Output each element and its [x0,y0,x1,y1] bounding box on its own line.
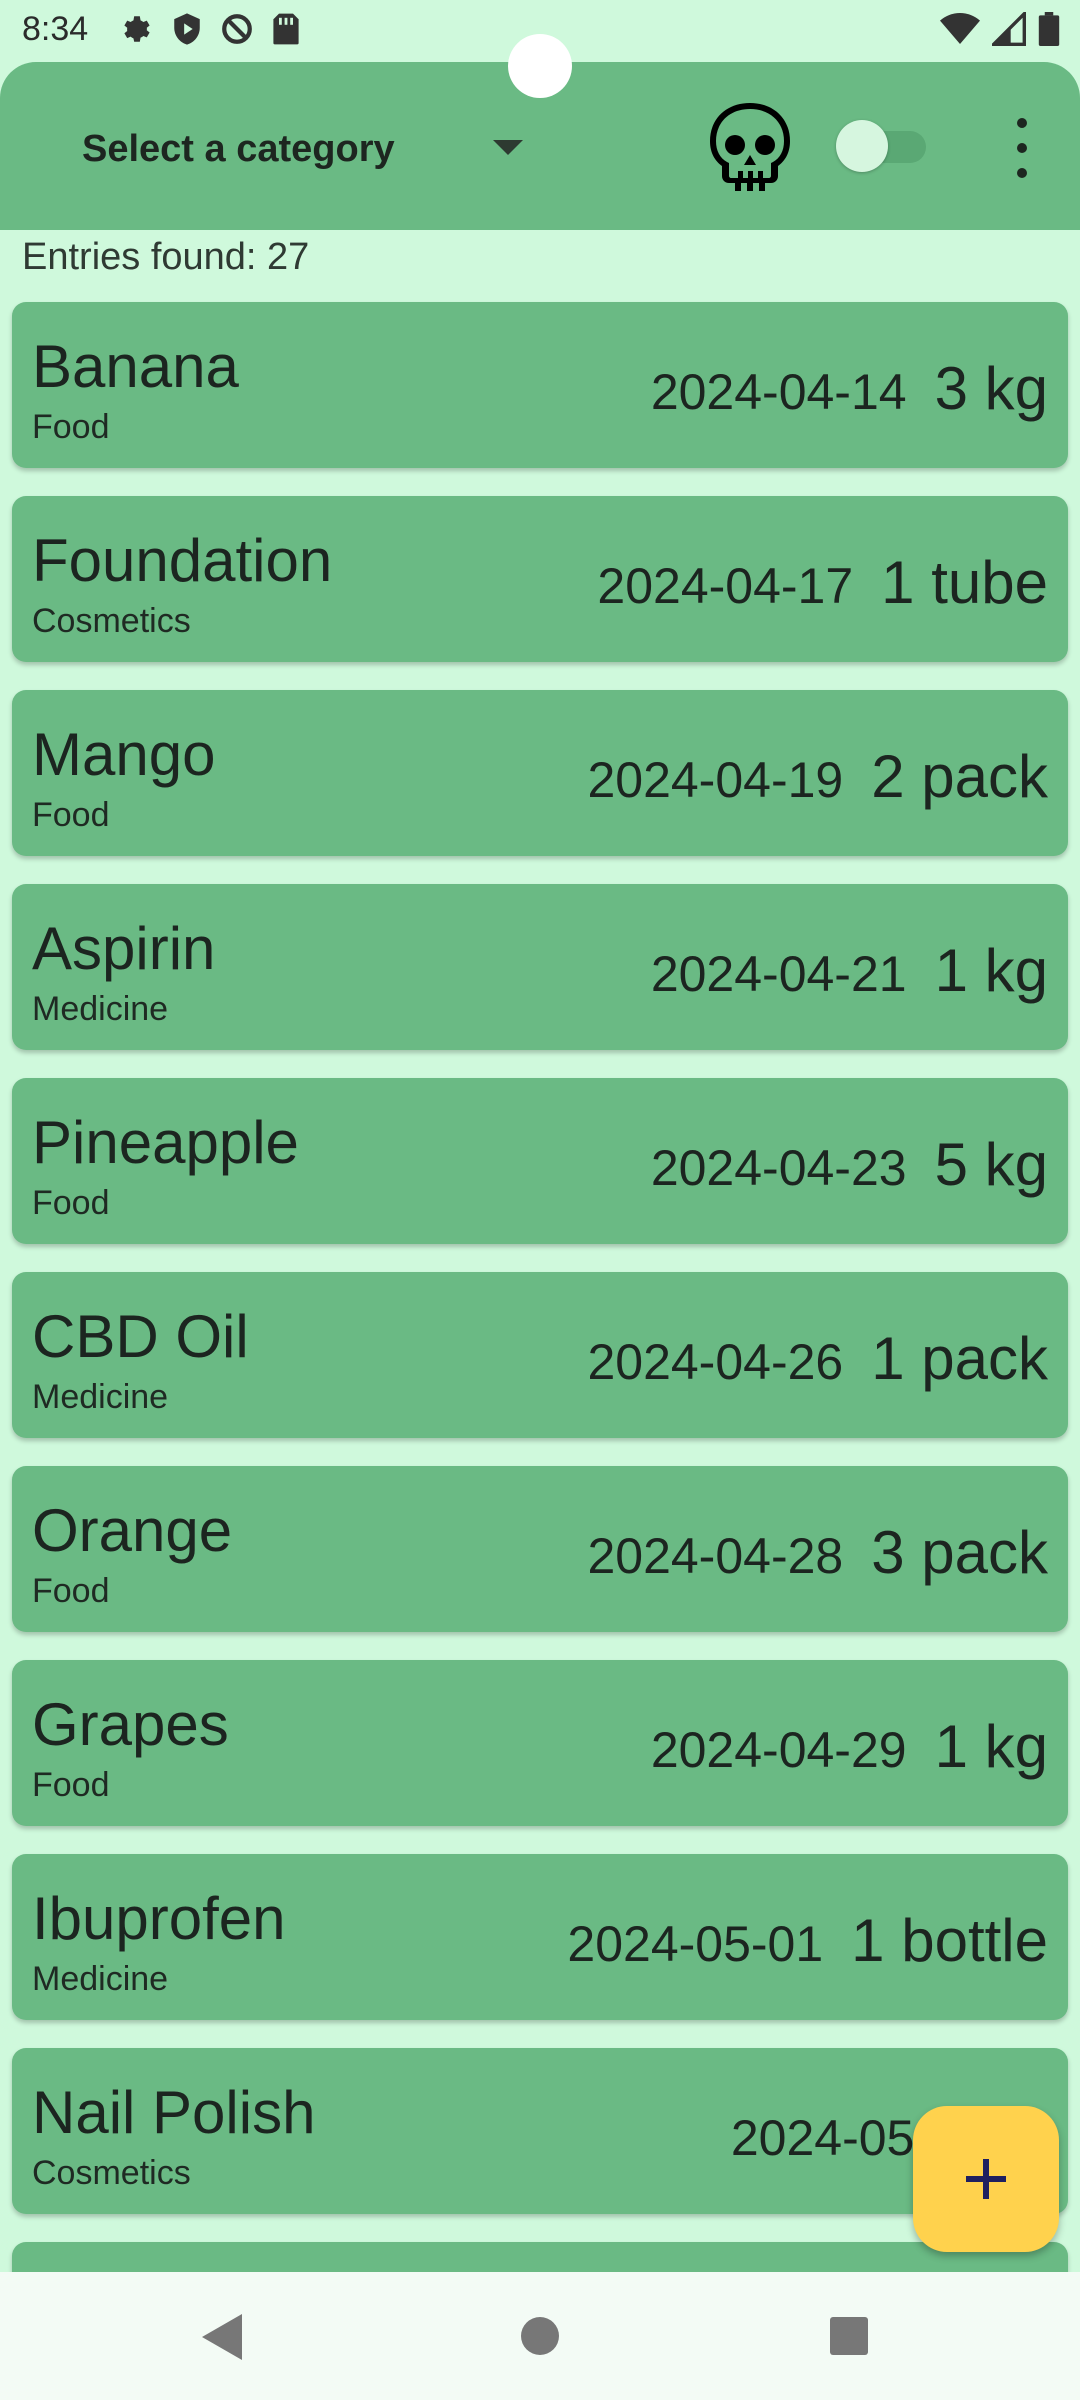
entry-name: Banana [32,333,239,400]
entry-meta: 2024-04-23 5 kg [651,1130,1048,1199]
category-dropdown-label: Select a category [82,127,395,170]
entry-card[interactable]: CBD Oil Medicine 2024-04-26 1 pack [12,1272,1068,1438]
entry-name: Pineapple [32,1109,299,1176]
entry-name: CBD Oil [32,1303,249,1370]
shield-icon [172,12,202,51]
category-dropdown[interactable]: Select a category [60,114,540,184]
more-vert-icon[interactable] [1000,118,1044,178]
battery-icon [1038,12,1060,51]
entry-category: Cosmetics [32,602,191,640]
entry-category: Food [32,1766,110,1804]
entry-category: Medicine [32,1378,169,1416]
add-entry-button[interactable] [913,2106,1059,2252]
entry-category: Food [32,408,110,446]
entry-meta: 2024-04-29 1 kg [651,1712,1048,1781]
entry-date: 2024-04-14 [650,364,907,420]
back-icon[interactable] [202,2314,242,2360]
wifi-icon [940,12,980,51]
entry-card[interactable]: Grapes Food 2024-04-29 1 kg [12,1660,1068,1826]
entry-name: Orange [32,1497,233,1564]
entry-quantity: 5 kg [934,1131,1048,1198]
entry-category: Food [32,796,110,834]
entry-date: 2024-04-21 [650,946,907,1002]
camera-cutout [508,34,572,98]
entry-meta: 2024-04-28 3 pack [587,1518,1048,1587]
entry-date: 2024-04-26 [587,1334,844,1390]
entry-meta: 2024-04-21 1 kg [651,936,1048,1005]
entry-name: Grapes [32,1691,229,1758]
entry-date: 2024-04-19 [587,752,844,808]
entry-quantity: 2 pack [871,743,1048,810]
nav-bar [0,2272,1080,2400]
entry-card[interactable]: Mango Food 2024-04-19 2 pack [12,690,1068,856]
entry-card[interactable]: Nail PolishCosmetics2024-05-021 [12,2048,1068,2214]
entry-name: Ibuprofen [32,1885,286,1952]
entry-name: Mango [32,721,216,788]
chevron-down-icon [493,140,523,155]
entry-quantity: 3 pack [871,1519,1048,1586]
entry-category: Medicine [32,990,169,1028]
entry-card[interactable]: Aspirin Medicine 2024-04-21 1 kg [12,884,1068,1050]
skull-icon[interactable] [700,97,800,197]
status-icons-right [940,9,1060,51]
status-time: 8:34 [22,10,89,48]
entry-name: Nail Polish [32,2079,316,2146]
toggle-thumb [836,120,888,172]
entry-quantity: 3 kg [934,355,1048,422]
entry-quantity: 1 bottle [851,1907,1048,1974]
status-icons-left [120,12,300,51]
entry-category: Medicine [32,1960,169,1998]
mode-toggle[interactable] [836,120,926,172]
entry-name: Foundation [32,527,333,594]
entry-date: 2024-04-17 [597,558,854,614]
entry-category: Cosmetics [32,2154,191,2192]
entry-card[interactable]: Foundation Cosmetics 2024-04-17 1 tube [12,496,1068,662]
entry-date: 2024-04-28 [587,1528,844,1584]
entry-meta: 2024-05-01 1 bottle [567,1906,1048,1975]
screen: 8:34 Select a category Entries found: 27… [0,0,1080,2400]
entry-quantity: 1 kg [934,1713,1048,1780]
at-sign-icon [220,12,254,51]
signal-icon [989,9,1026,51]
entry-card[interactable]: Ibuprofen Medicine 2024-05-01 1 bottle [12,1854,1068,2020]
entry-date: 2024-04-29 [650,1722,907,1778]
entry-date: 2024-05-01 [567,1916,824,1972]
entry-quantity: 1 tube [881,549,1048,616]
sim-card-icon [272,12,300,51]
entry-meta: 2024-04-17 1 tube [597,548,1048,617]
entry-list: Banana Food 2024-04-14 3 kg Foundation Cosmet… [12,302,1068,2330]
entry-card[interactable]: Pineapple Food 2024-04-23 5 kg [12,1078,1068,1244]
entry-meta: 2024-04-19 2 pack [587,742,1048,811]
entry-meta: 2024-04-14 3 kg [651,354,1048,423]
entry-meta: 2024-04-26 1 pack [587,1324,1048,1393]
entries-count: Entries found: 27 [22,236,310,278]
entry-quantity: 1 pack [871,1325,1048,1392]
entry-category: Food [32,1184,110,1222]
entry-quantity: 1 kg [934,937,1048,1004]
entry-card[interactable]: Orange Food 2024-04-28 3 pack [12,1466,1068,1632]
entry-card[interactable]: Banana Food 2024-04-14 3 kg [12,302,1068,468]
recents-icon[interactable] [830,2317,868,2355]
home-icon[interactable] [521,2317,559,2355]
entry-category: Food [32,1572,110,1610]
entry-date: 2024-04-23 [650,1140,907,1196]
gear-icon [120,12,154,51]
entry-name: Aspirin [32,915,216,982]
